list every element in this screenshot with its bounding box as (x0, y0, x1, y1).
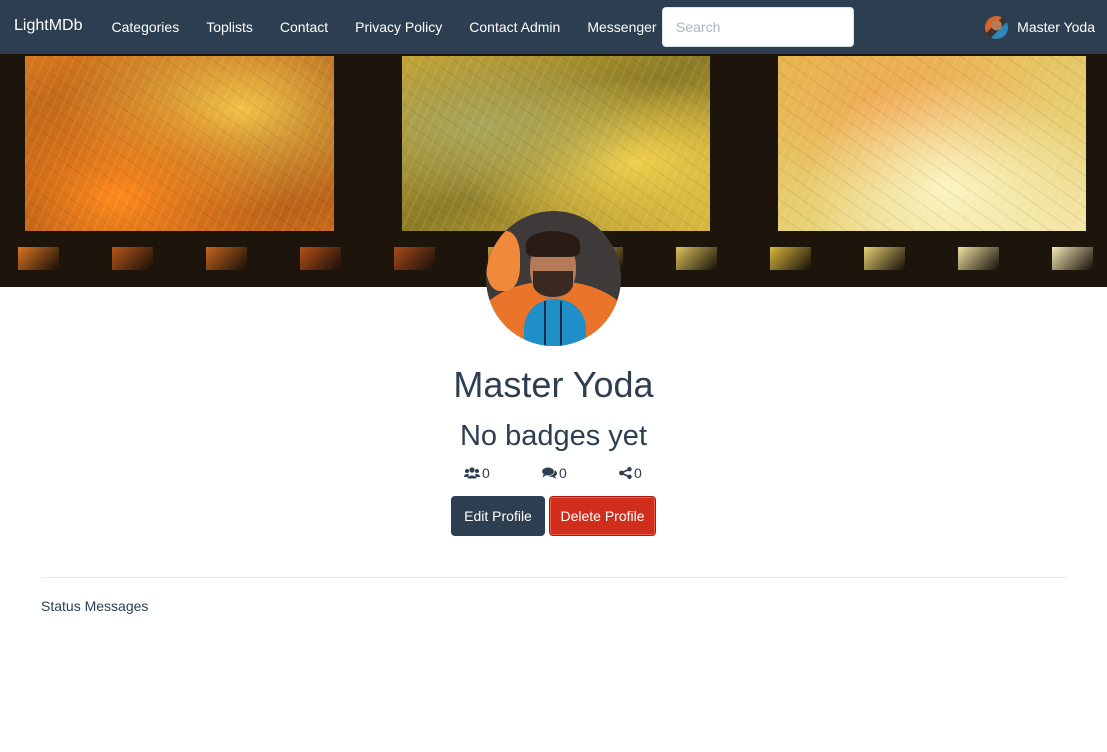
nav-link-contact[interactable]: Contact (266, 0, 341, 54)
edit-profile-button[interactable]: Edit Profile (451, 496, 545, 536)
sprocket-hole (112, 247, 153, 270)
nav-link-privacy-policy[interactable]: Privacy Policy (342, 0, 456, 54)
nav-link-messenger[interactable]: Messenger (574, 0, 670, 54)
badges-text: No badges yet (459, 420, 647, 452)
sprocket-hole (770, 247, 811, 270)
sprocket-hole (18, 247, 59, 270)
sprocket-hole (206, 247, 247, 270)
film-frame (778, 56, 1086, 231)
film-frame (25, 56, 334, 231)
comments-count: 0 (559, 465, 567, 481)
shares-count: 0 (634, 465, 642, 481)
sprocket-hole (676, 247, 717, 270)
brand-link[interactable]: LightMDb (14, 17, 82, 35)
status-messages-title: Status Messages (41, 598, 149, 614)
sprocket-hole (1052, 247, 1093, 270)
comments-stat: 0 (542, 465, 567, 481)
user-avatar (985, 15, 1009, 39)
film-frame (402, 56, 710, 231)
comments-icon (542, 467, 557, 479)
profile-avatar (486, 211, 621, 346)
sprocket-hole (864, 247, 905, 270)
user-menu[interactable]: Master Yoda (985, 0, 1095, 54)
delete-profile-button[interactable]: Delete Profile (549, 496, 656, 536)
share-alt-icon (619, 467, 632, 479)
nav-links: Categories Toplists Contact Privacy Poli… (98, 0, 670, 54)
section-divider (41, 577, 1067, 578)
sprocket-hole (394, 247, 435, 270)
sprocket-hole (958, 247, 999, 270)
profile-name: Master Yoda (453, 364, 654, 405)
nav-link-contact-admin[interactable]: Contact Admin (456, 0, 574, 54)
users-icon (464, 467, 480, 479)
sprocket-hole (300, 247, 341, 270)
shares-stat: 0 (619, 465, 642, 481)
search-input[interactable] (662, 7, 854, 47)
nav-link-categories[interactable]: Categories (98, 0, 193, 54)
friends-stat: 0 (464, 465, 490, 481)
user-name: Master Yoda (1017, 19, 1095, 35)
friends-count: 0 (482, 465, 490, 481)
nav-link-toplists[interactable]: Toplists (193, 0, 267, 54)
top-navbar: LightMDb Categories Toplists Contact Pri… (0, 0, 1107, 54)
